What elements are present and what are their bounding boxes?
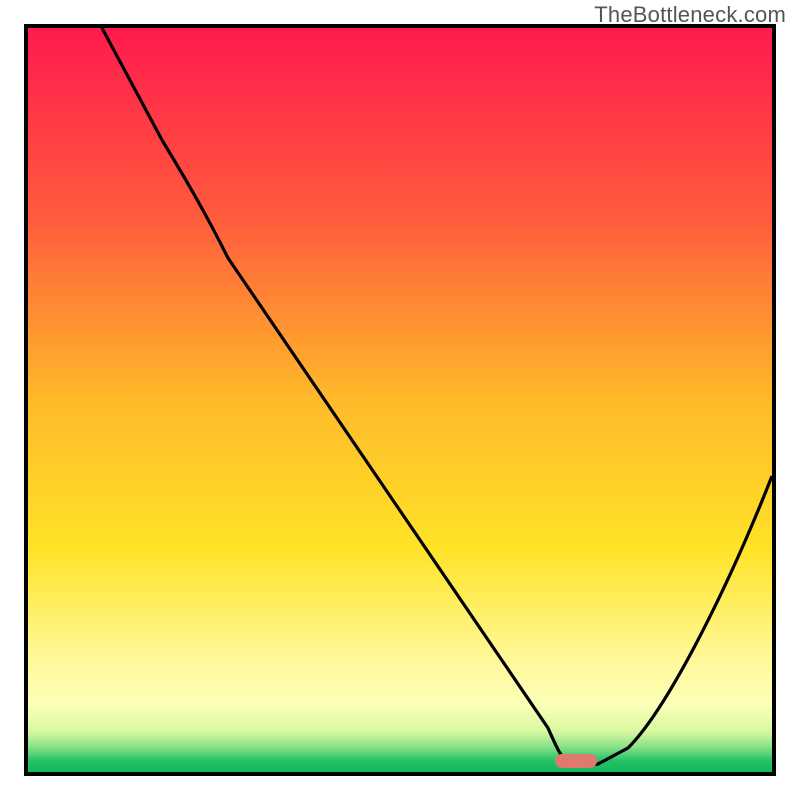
chart-container: TheBottleneck.com xyxy=(0,0,800,800)
bottleneck-curve xyxy=(28,28,772,772)
plot-area xyxy=(24,24,776,776)
watermark-text: TheBottleneck.com xyxy=(594,2,786,28)
optimal-marker xyxy=(555,754,597,768)
